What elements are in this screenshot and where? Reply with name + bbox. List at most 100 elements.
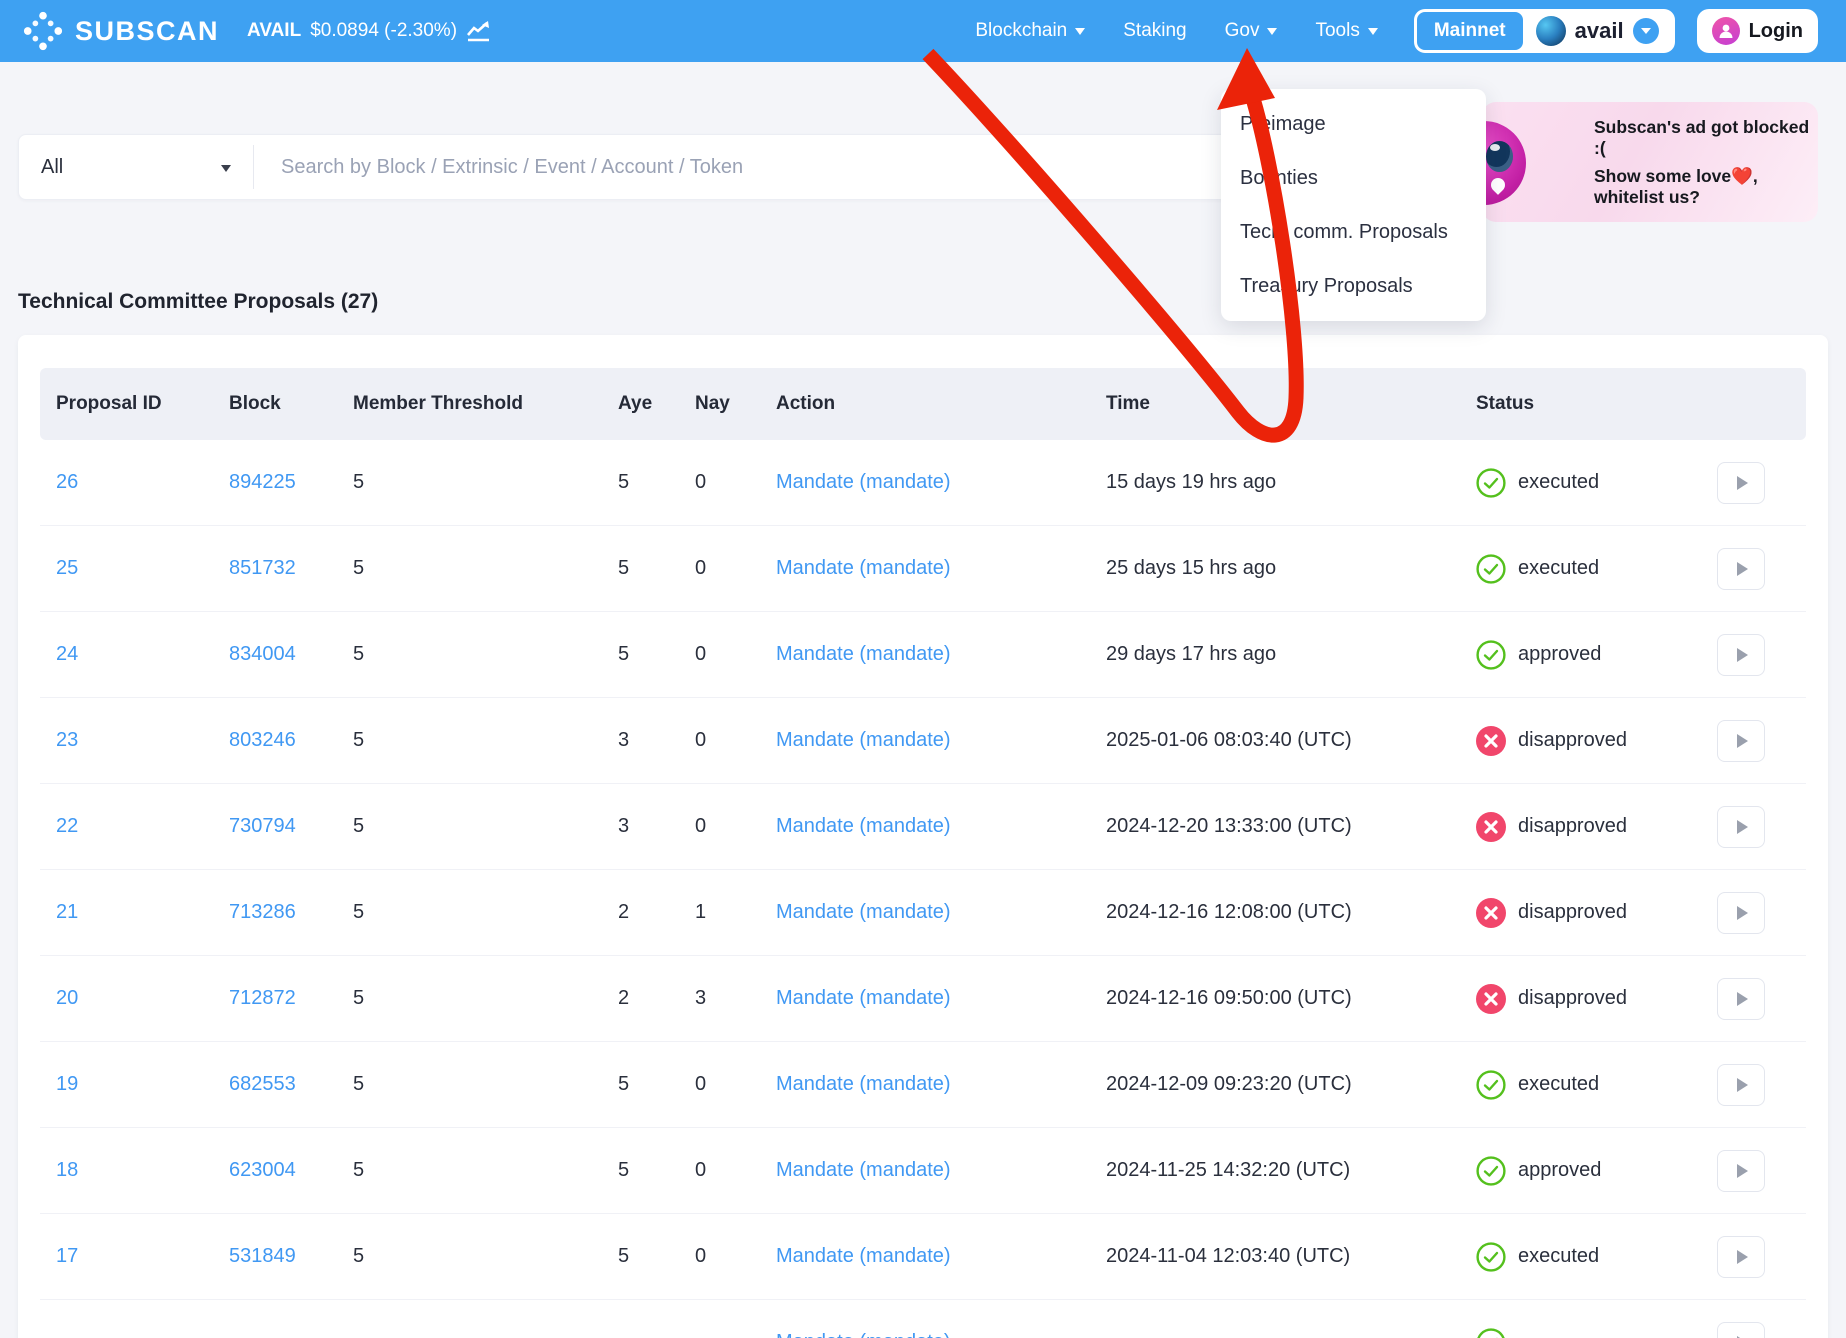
nay-value: 0 [695,1159,776,1182]
block-link[interactable]: 623004 [229,1159,296,1181]
row-expand-button[interactable] [1717,1322,1765,1338]
column-header: Time [1106,393,1476,415]
user-avatar-icon [1712,17,1740,45]
proposal-id-link[interactable]: 24 [56,643,78,665]
block-link[interactable]: 712872 [229,987,296,1009]
table-row: 22 730794 5 3 0 Mandate (mandate) 2024-1… [40,784,1806,870]
mainnet-button[interactable]: Mainnet [1417,12,1523,50]
proposal-id-link[interactable]: 20 [56,987,78,1009]
search-filter-value: All [41,156,63,179]
proposal-id-link[interactable]: 21 [56,901,78,923]
block-link[interactable]: 851732 [229,557,296,579]
check-circle-icon [1476,1242,1506,1272]
row-expand-button[interactable] [1717,720,1765,762]
status-label: executed [1518,557,1599,580]
member-threshold-value: 5 [353,815,618,838]
check-circle-icon [1476,468,1506,498]
nav-link[interactable]: Gov [1225,20,1278,42]
action-link[interactable]: Mandate (mandate) [776,1331,951,1338]
time-value: 2024-12-09 09:23:20 (UTC) [1106,1073,1476,1096]
member-threshold-value: 5 [353,901,618,924]
proposal-id-link[interactable]: 25 [56,557,78,579]
member-threshold-value: 5 [353,557,618,580]
action-link[interactable]: Mandate (mandate) [776,1073,951,1095]
subscan-logo-icon [22,10,64,52]
action-link[interactable]: Mandate (mandate) [776,729,951,751]
action-link[interactable]: Mandate (mandate) [776,901,951,923]
menu-item[interactable]: Preimage [1221,97,1486,151]
row-expand-button[interactable] [1717,892,1765,934]
row-expand-button[interactable] [1717,1064,1765,1106]
page-title: Technical Committee Proposals (27) [18,290,378,314]
play-icon [1737,648,1748,662]
status-label: disapproved [1518,729,1627,752]
row-expand-button[interactable] [1717,548,1765,590]
brand-name: SUBSCAN [75,16,219,47]
action-link[interactable]: Mandate (mandate) [776,471,951,493]
avail-logo-icon [1536,16,1566,46]
block-link[interactable]: 682553 [229,1073,296,1095]
nav-link[interactable]: Tools [1315,20,1377,42]
table-row: 23 803246 5 3 0 Mandate (mandate) 2025-0… [40,698,1806,784]
block-link[interactable]: 803246 [229,729,296,751]
nav-link-label: Gov [1225,20,1260,42]
column-header: Status [1476,393,1717,415]
aye-value: 5 [618,643,695,666]
proposal-id-link[interactable]: 23 [56,729,78,751]
menu-item[interactable]: Treasury Proposals [1221,259,1486,313]
column-header: Aye [618,393,695,415]
token-symbol: AVAIL [247,20,301,42]
action-link[interactable]: Mandate (mandate) [776,815,951,837]
proposal-id-link[interactable]: 17 [56,1245,78,1267]
block-link[interactable]: 834004 [229,643,296,665]
aye-value: 5 [618,471,695,494]
proposals-table-body: 26 894225 5 5 0 Mandate (mandate) 15 day… [40,440,1806,1300]
row-expand-button[interactable] [1717,806,1765,848]
login-button[interactable]: Login [1697,9,1818,53]
nay-value: 0 [695,471,776,494]
status-badge: approved [1476,640,1717,670]
status-badge: disapproved [1476,898,1717,928]
action-link[interactable]: Mandate (mandate) [776,1159,951,1181]
search-filter-dropdown[interactable]: All [19,156,253,179]
action-link[interactable]: Mandate (mandate) [776,1245,951,1267]
status-label: disapproved [1518,901,1627,924]
status-label: approved [1518,643,1601,666]
block-link[interactable]: 894225 [229,471,296,493]
member-threshold-value: 5 [353,1073,618,1096]
check-circle-icon [1476,554,1506,584]
nay-value: 0 [695,729,776,752]
block-link[interactable]: 730794 [229,815,296,837]
menu-item[interactable]: Tech. comm. Proposals [1221,205,1486,259]
subscan-logo[interactable]: SUBSCAN [22,10,219,52]
block-link[interactable]: 713286 [229,901,296,923]
proposal-id-link[interactable]: 22 [56,815,78,837]
menu-item[interactable]: Bounties [1221,151,1486,205]
row-expand-button[interactable] [1717,462,1765,504]
play-icon [1737,734,1748,748]
row-expand-button[interactable] [1717,1150,1765,1192]
member-threshold-value: 5 [353,729,618,752]
action-link[interactable]: Mandate (mandate) [776,557,951,579]
ad-message: Subscan's ad got blocked :( Show some lo… [1594,102,1810,222]
row-expand-button[interactable] [1717,1236,1765,1278]
column-header: Action [776,393,1106,415]
chevron-down-icon [1267,28,1277,40]
time-value: 15 days 19 hrs ago [1106,471,1476,494]
proposal-id-link[interactable]: 26 [56,471,78,493]
row-expand-button[interactable] [1717,634,1765,676]
member-threshold-value: 5 [353,1159,618,1182]
action-link[interactable]: Mandate (mandate) [776,643,951,665]
ad-line2: Show some love❤️, whitelist us? [1594,166,1810,208]
nay-value: 1 [695,901,776,924]
nav-link[interactable]: Blockchain [975,20,1085,42]
price-chart-icon[interactable] [466,20,491,42]
network-selector[interactable]: avail [1523,16,1672,46]
nav-link[interactable]: Staking [1123,20,1186,42]
row-expand-button[interactable] [1717,978,1765,1020]
proposal-id-link[interactable]: 19 [56,1073,78,1095]
proposal-id-link[interactable]: 18 [56,1159,78,1181]
block-link[interactable]: 531849 [229,1245,296,1267]
chevron-down-icon [1075,28,1085,40]
action-link[interactable]: Mandate (mandate) [776,987,951,1009]
